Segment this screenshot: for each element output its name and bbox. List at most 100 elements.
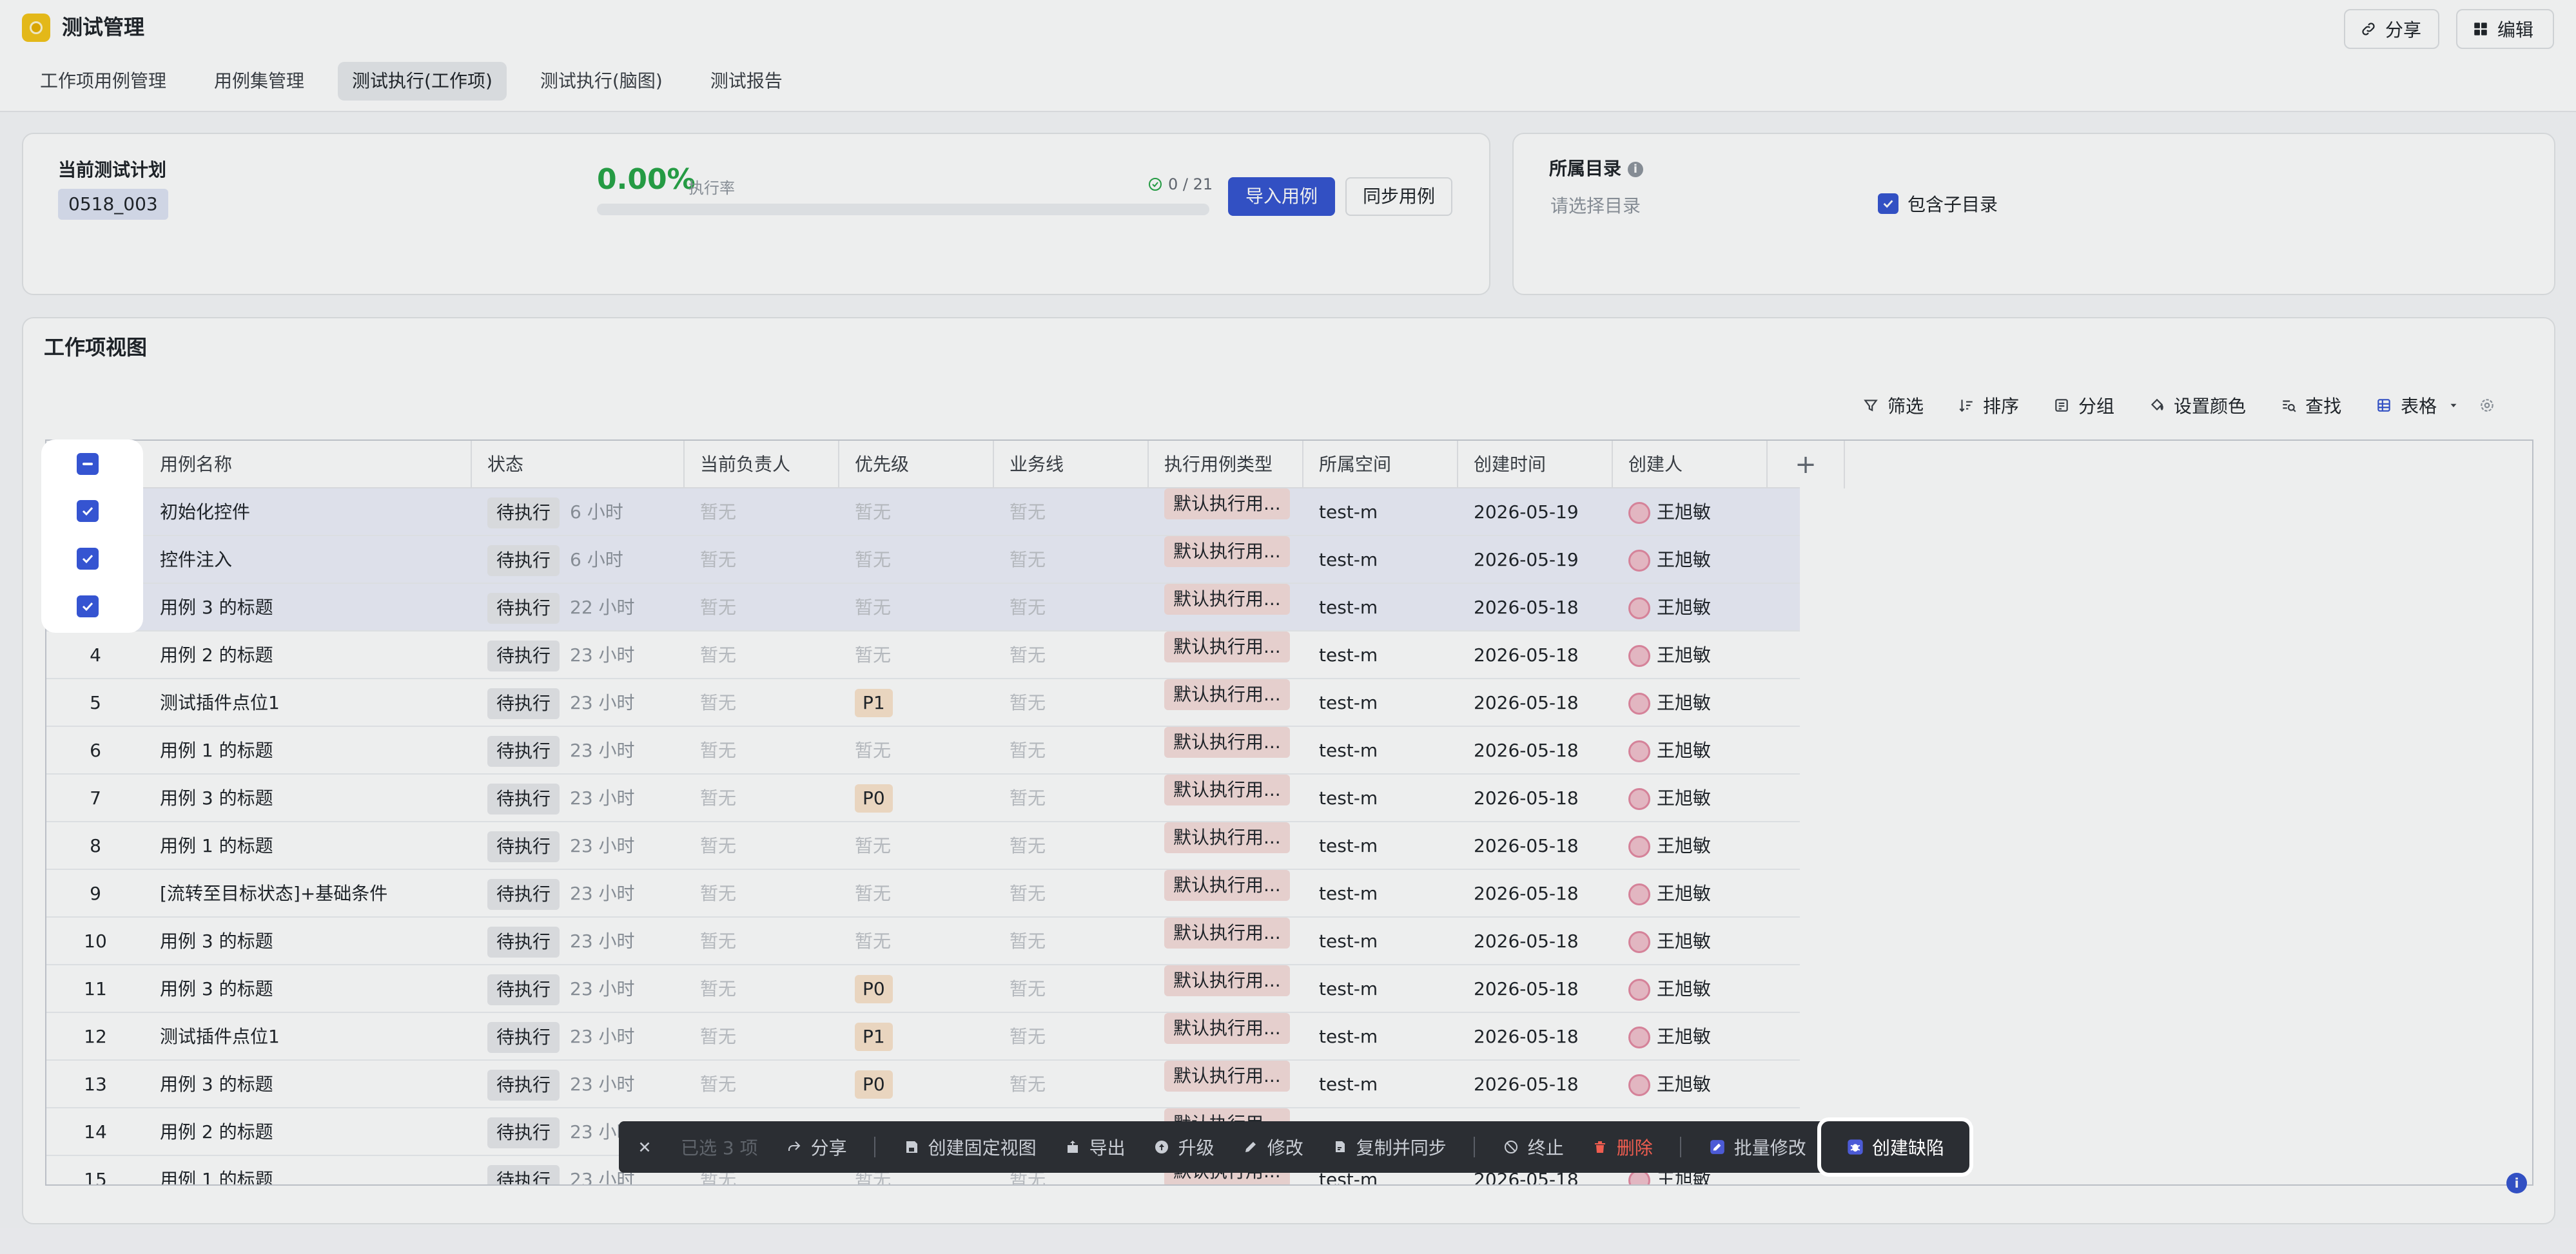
table-row[interactable]: 6 用例 1 的标题 待执行 23 小时 暂无 暂无 暂无 默认执行用... test-m 202…: [46, 727, 1800, 775]
creator-cell[interactable]: 王旭敏: [1613, 727, 1768, 775]
creator-cell[interactable]: 王旭敏: [1613, 584, 1768, 632]
info-icon[interactable]: i: [1628, 162, 1644, 177]
case-name-cell[interactable]: 用例 1 的标题: [144, 822, 472, 870]
business-line-cell[interactable]: 暂无: [994, 727, 1149, 775]
status-cell[interactable]: 待执行 23 小时: [472, 822, 685, 870]
case-name-cell[interactable]: 用例 1 的标题: [144, 727, 472, 775]
owner-cell[interactable]: 暂无: [685, 965, 839, 1013]
case-name-cell[interactable]: 用例 1 的标题: [144, 1156, 472, 1184]
filter-button[interactable]: 筛选: [1862, 392, 1924, 418]
case-name-cell[interactable]: 用例 3 的标题: [144, 775, 472, 822]
priority-cell[interactable]: 暂无: [839, 488, 994, 536]
case-name-cell[interactable]: 用例 2 的标题: [144, 632, 472, 679]
status-tag[interactable]: 待执行: [487, 497, 560, 528]
status-cell[interactable]: 待执行 23 小时: [472, 775, 685, 822]
priority-cell[interactable]: 暂无: [839, 870, 994, 918]
status-tag[interactable]: 待执行: [487, 736, 560, 767]
edit-button[interactable]: 编辑: [2456, 9, 2554, 49]
creator-cell[interactable]: 王旭敏: [1613, 918, 1768, 965]
priority-cell[interactable]: 暂无: [839, 536, 994, 584]
share-button[interactable]: 分享: [2344, 9, 2439, 49]
status-tag[interactable]: 待执行: [487, 545, 560, 576]
case-name-cell[interactable]: 控件注入: [144, 536, 472, 584]
case-name-cell[interactable]: 用例 2 的标题: [144, 1108, 472, 1156]
status-tag[interactable]: 待执行: [487, 688, 560, 719]
status-tag[interactable]: 待执行: [487, 784, 560, 815]
table-row[interactable]: 12 测试插件点位1 待执行 23 小时 暂无 P1 暂无 默认执行用... test-m 202…: [46, 1013, 1800, 1061]
table-row[interactable]: 7 用例 3 的标题 待执行 23 小时 暂无 P0 暂无 默认执行用... test-m 202…: [46, 775, 1800, 822]
select-all-checkbox[interactable]: [77, 453, 99, 475]
tab-execution-workitem[interactable]: 测试执行(工作项): [338, 62, 507, 101]
status-tag[interactable]: 待执行: [487, 593, 560, 624]
case-name-cell[interactable]: 用例 3 的标题: [144, 1061, 472, 1108]
case-name-cell[interactable]: 用例 3 的标题: [144, 918, 472, 965]
export-button[interactable]: 导出: [1064, 1134, 1126, 1160]
business-line-cell[interactable]: 暂无: [994, 632, 1149, 679]
owner-cell[interactable]: 暂无: [685, 870, 839, 918]
tab-execution-mindmap[interactable]: 测试执行(脑图): [526, 62, 677, 101]
table-row[interactable]: 5 测试插件点位1 待执行 23 小时 暂无 P1 暂无 默认执行用... test-m 2026…: [46, 679, 1800, 727]
creator-cell[interactable]: 王旭敏: [1613, 632, 1768, 679]
priority-cell[interactable]: 暂无: [839, 822, 994, 870]
status-cell[interactable]: 待执行 6 小时: [472, 536, 685, 584]
exec-type-cell[interactable]: 默认执行用...: [1149, 822, 1303, 870]
owner-cell[interactable]: 暂无: [685, 679, 839, 727]
row-checkbox[interactable]: [77, 500, 99, 522]
header-space[interactable]: 所属空间: [1303, 441, 1458, 488]
directory-select[interactable]: 请选择目录: [1550, 192, 1641, 218]
case-name-cell[interactable]: 初始化控件: [144, 488, 472, 536]
creator-cell[interactable]: 王旭敏: [1613, 679, 1768, 727]
owner-cell[interactable]: 暂无: [685, 584, 839, 632]
business-line-cell[interactable]: 暂无: [994, 584, 1149, 632]
business-line-cell[interactable]: 暂无: [994, 775, 1149, 822]
header-creator[interactable]: 创建人: [1613, 441, 1768, 488]
priority-cell[interactable]: 暂无: [839, 584, 994, 632]
status-cell[interactable]: 待执行 23 小时: [472, 1013, 685, 1061]
status-cell[interactable]: 待执行 23 小时: [472, 965, 685, 1013]
owner-cell[interactable]: 暂无: [685, 488, 839, 536]
owner-cell[interactable]: 暂无: [685, 1061, 839, 1108]
tab-case-sets[interactable]: 用例集管理: [200, 62, 318, 101]
creator-cell[interactable]: 王旭敏: [1613, 1061, 1768, 1108]
table-row[interactable]: 控件注入 待执行 6 小时 暂无 暂无 暂无 默认执行用... test-m 2026-05-1…: [46, 536, 1800, 584]
table-row[interactable]: 初始化控件 待执行 6 小时 暂无 暂无 暂无 默认执行用... test-m 2026-05-…: [46, 488, 1800, 536]
table-row[interactable]: 4 用例 2 的标题 待执行 23 小时 暂无 暂无 暂无 默认执行用... test-m 202…: [46, 632, 1800, 679]
business-line-cell[interactable]: 暂无: [994, 536, 1149, 584]
add-column-button[interactable]: +: [1768, 441, 1845, 488]
sort-button[interactable]: 排序: [1957, 392, 2019, 418]
priority-cell[interactable]: 暂无: [839, 727, 994, 775]
case-name-cell[interactable]: 测试插件点位1: [144, 1013, 472, 1061]
exec-type-cell[interactable]: 默认执行用...: [1149, 632, 1303, 679]
table-row[interactable]: 13 用例 3 的标题 待执行 23 小时 暂无 P0 暂无 默认执行用... test-m 20…: [46, 1061, 1800, 1108]
exec-type-cell[interactable]: 默认执行用...: [1149, 918, 1303, 965]
modify-button[interactable]: 修改: [1242, 1134, 1303, 1160]
include-subdir-checkbox[interactable]: 包含子目录: [1878, 191, 1998, 217]
business-line-cell[interactable]: 暂无: [994, 1013, 1149, 1061]
business-line-cell[interactable]: 暂无: [994, 679, 1149, 727]
tab-test-report[interactable]: 测试报告: [696, 62, 797, 101]
header-case-name[interactable]: 用例名称: [144, 441, 472, 488]
exec-type-cell[interactable]: 默认执行用...: [1149, 965, 1303, 1013]
exec-type-cell[interactable]: 默认执行用...: [1149, 1061, 1303, 1108]
business-line-cell[interactable]: 暂无: [994, 870, 1149, 918]
view-settings-button[interactable]: [2478, 396, 2496, 414]
creator-cell[interactable]: 王旭敏: [1613, 822, 1768, 870]
case-name-cell[interactable]: [流转至目标状态]+基础条件: [144, 870, 472, 918]
table-view-dropdown[interactable]: 表格: [2375, 392, 2463, 418]
creator-cell[interactable]: 王旭敏: [1613, 1013, 1768, 1061]
bulk-share-button[interactable]: 分享: [785, 1134, 847, 1160]
status-tag[interactable]: 待执行: [487, 1117, 560, 1148]
status-cell[interactable]: 待执行 23 小时: [472, 679, 685, 727]
priority-cell[interactable]: P1: [839, 1013, 994, 1061]
exec-type-cell[interactable]: 默认执行用...: [1149, 727, 1303, 775]
owner-cell[interactable]: 暂无: [685, 775, 839, 822]
owner-cell[interactable]: 暂无: [685, 536, 839, 584]
business-line-cell[interactable]: 暂无: [994, 1061, 1149, 1108]
table-row[interactable]: 用例 3 的标题 待执行 22 小时 暂无 暂无 暂无 默认执行用... test-m 2026…: [46, 584, 1800, 632]
status-tag[interactable]: 待执行: [487, 879, 560, 910]
table-row[interactable]: 9 [流转至目标状态]+基础条件 待执行 23 小时 暂无 暂无 暂无 默认执行用... tes…: [46, 870, 1800, 918]
row-checkbox[interactable]: [77, 548, 99, 570]
exec-type-cell[interactable]: 默认执行用...: [1149, 536, 1303, 584]
plan-name-tag[interactable]: 0518_003: [58, 189, 168, 220]
header-created-time[interactable]: 创建时间: [1458, 441, 1613, 488]
